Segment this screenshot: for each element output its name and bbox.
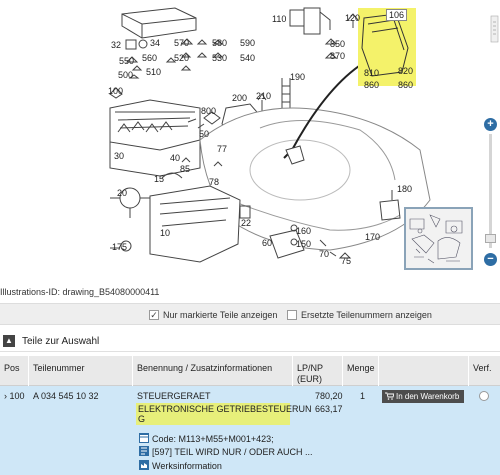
part-label[interactable]: 190 xyxy=(290,72,305,82)
part-label[interactable]: 550 xyxy=(119,56,134,66)
collapse-button[interactable]: ▲ xyxy=(3,335,15,347)
row-subname-line2: G xyxy=(138,414,146,424)
row-lp-price: 780,20 xyxy=(315,391,343,401)
col-lp-np[interactable]: LP/NP (EUR) xyxy=(297,363,323,385)
part-label[interactable]: 40 xyxy=(170,153,180,163)
part-label[interactable]: 30 xyxy=(114,151,124,161)
part-label[interactable]: 800 xyxy=(201,106,216,116)
row-part-number[interactable]: A 034 545 10 32 xyxy=(33,391,99,401)
part-label[interactable]: 560 xyxy=(142,53,157,63)
part-label[interactable]: 15 xyxy=(154,174,164,184)
part-label[interactable]: 540 xyxy=(240,53,255,63)
part-label[interactable]: 860 xyxy=(364,80,379,90)
col-qty[interactable]: Menge xyxy=(347,363,375,374)
zoom-slider-track[interactable] xyxy=(489,134,492,248)
replaced-numbers-checkbox[interactable] xyxy=(287,310,297,320)
part-label[interactable]: 78 xyxy=(209,177,219,187)
row-subname-line1: ELEKTRONISCHE GETRIEBESTEUERUN xyxy=(138,404,312,414)
part-label[interactable]: 860 xyxy=(398,80,413,90)
calendar-icon xyxy=(139,433,149,443)
part-label[interactable]: 510 xyxy=(146,67,161,77)
part-label[interactable]: 530 xyxy=(212,53,227,63)
availability-radio[interactable] xyxy=(479,391,489,401)
part-label[interactable]: 22 xyxy=(241,218,251,228)
part-label[interactable]: 590 xyxy=(240,38,255,48)
part-label[interactable]: 200 xyxy=(232,93,247,103)
row-pos[interactable]: › 100 xyxy=(4,391,25,401)
add-to-cart-label: In den Warenkorb xyxy=(396,392,460,401)
part-label[interactable]: 20 xyxy=(117,188,127,198)
add-to-cart-button[interactable]: In den Warenkorb xyxy=(382,390,464,403)
part-label[interactable]: 32 xyxy=(111,40,121,50)
part-label[interactable]: 100 xyxy=(108,86,123,96)
part-label[interactable]: 810 xyxy=(364,68,379,78)
column-divider xyxy=(468,356,469,386)
row-part-name: STEUERGERAET xyxy=(137,391,211,401)
highlighted-part-number[interactable]: 106 xyxy=(386,9,408,21)
factory-info-icon xyxy=(139,460,149,470)
zoom-out-button[interactable]: − xyxy=(484,253,497,266)
part-label[interactable]: 50 xyxy=(199,129,209,139)
col-lp-np-line1: LP/NP xyxy=(297,363,324,373)
filter-bar: ✓ Nur markierte Teile anzeigen Ersetzte … xyxy=(0,303,500,325)
part-label[interactable]: 120 xyxy=(345,13,360,23)
col-description[interactable]: Benennung / Zusatzinformationen xyxy=(137,363,272,374)
part-label[interactable]: 77 xyxy=(217,144,227,154)
part-label[interactable]: 70 xyxy=(319,249,329,259)
part-label[interactable]: 175 xyxy=(112,242,127,252)
part-label[interactable]: 60 xyxy=(262,238,272,248)
part-label[interactable]: 500 xyxy=(118,70,133,80)
part-label[interactable]: 180 xyxy=(397,184,412,194)
row-qty[interactable]: 1 xyxy=(360,391,365,401)
zoom-in-button[interactable]: + xyxy=(484,118,497,131)
row-works-info[interactable]: Werksinformation xyxy=(152,461,222,471)
part-label[interactable]: 34 xyxy=(150,38,160,48)
illustration-id: Illustrations-ID: drawing_B54080000411 xyxy=(0,287,160,297)
part-label[interactable]: 820 xyxy=(398,66,413,76)
column-divider xyxy=(132,356,133,386)
zoom-slider-handle[interactable] xyxy=(485,234,496,243)
cart-icon xyxy=(385,392,394,400)
overview-thumbnail[interactable] xyxy=(404,207,473,270)
column-divider xyxy=(292,356,293,386)
part-label[interactable]: 75 xyxy=(341,256,351,266)
only-marked-checkbox[interactable]: ✓ xyxy=(149,310,159,320)
thumbnail-drawing xyxy=(409,214,463,264)
parts-section-header: ▲ Teile zur Auswahl xyxy=(0,332,500,352)
part-label[interactable]: 150 xyxy=(296,239,311,249)
col-pos[interactable]: Pos xyxy=(4,363,20,374)
part-label[interactable]: 210 xyxy=(256,91,271,101)
column-divider xyxy=(28,356,29,386)
parts-illustration[interactable]: 106 110 120 32 34 570 580 590 550 560 52… xyxy=(0,0,480,282)
col-part-number[interactable]: Teilenummer xyxy=(33,363,85,374)
row-code: Code: M113+M55+M001+423; xyxy=(152,434,274,444)
replaced-numbers-label[interactable]: Ersetzte Teilenummern anzeigen xyxy=(301,310,432,320)
part-label[interactable]: 85 xyxy=(180,164,190,174)
panel-handle-icon xyxy=(490,15,499,43)
column-divider xyxy=(378,356,379,386)
part-label[interactable]: 520 xyxy=(174,53,189,63)
section-title: Teile zur Auswahl xyxy=(22,336,100,347)
parts-table-header: Pos Teilenummer Benennung / Zusatzinform… xyxy=(0,356,500,386)
part-label[interactable]: 580 xyxy=(212,38,227,48)
part-label[interactable]: 160 xyxy=(296,226,311,236)
part-label[interactable]: 110 xyxy=(272,14,286,24)
col-lp-np-line2: (EUR) xyxy=(297,374,322,384)
side-panel-tab[interactable] xyxy=(489,14,500,44)
part-label[interactable]: 10 xyxy=(160,228,170,238)
document-icon xyxy=(139,446,149,456)
table-row[interactable]: › 100 A 034 545 10 32 STEUERGERAET ELEKT… xyxy=(0,386,500,475)
part-label[interactable]: 870 xyxy=(330,51,345,61)
part-label[interactable]: 850 xyxy=(330,39,345,49)
zoom-control[interactable]: + − xyxy=(484,118,498,266)
column-divider xyxy=(342,356,343,386)
only-marked-label[interactable]: Nur markierte Teile anzeigen xyxy=(163,310,277,320)
part-label[interactable]: 570 xyxy=(174,38,189,48)
row-note[interactable]: [597] TEIL WIRD NUR / ODER AUCH ... xyxy=(152,447,313,457)
row-np-price: 663,17 xyxy=(315,404,343,414)
part-label[interactable]: 170 xyxy=(365,232,380,242)
col-availability[interactable]: Verf. xyxy=(473,363,492,374)
